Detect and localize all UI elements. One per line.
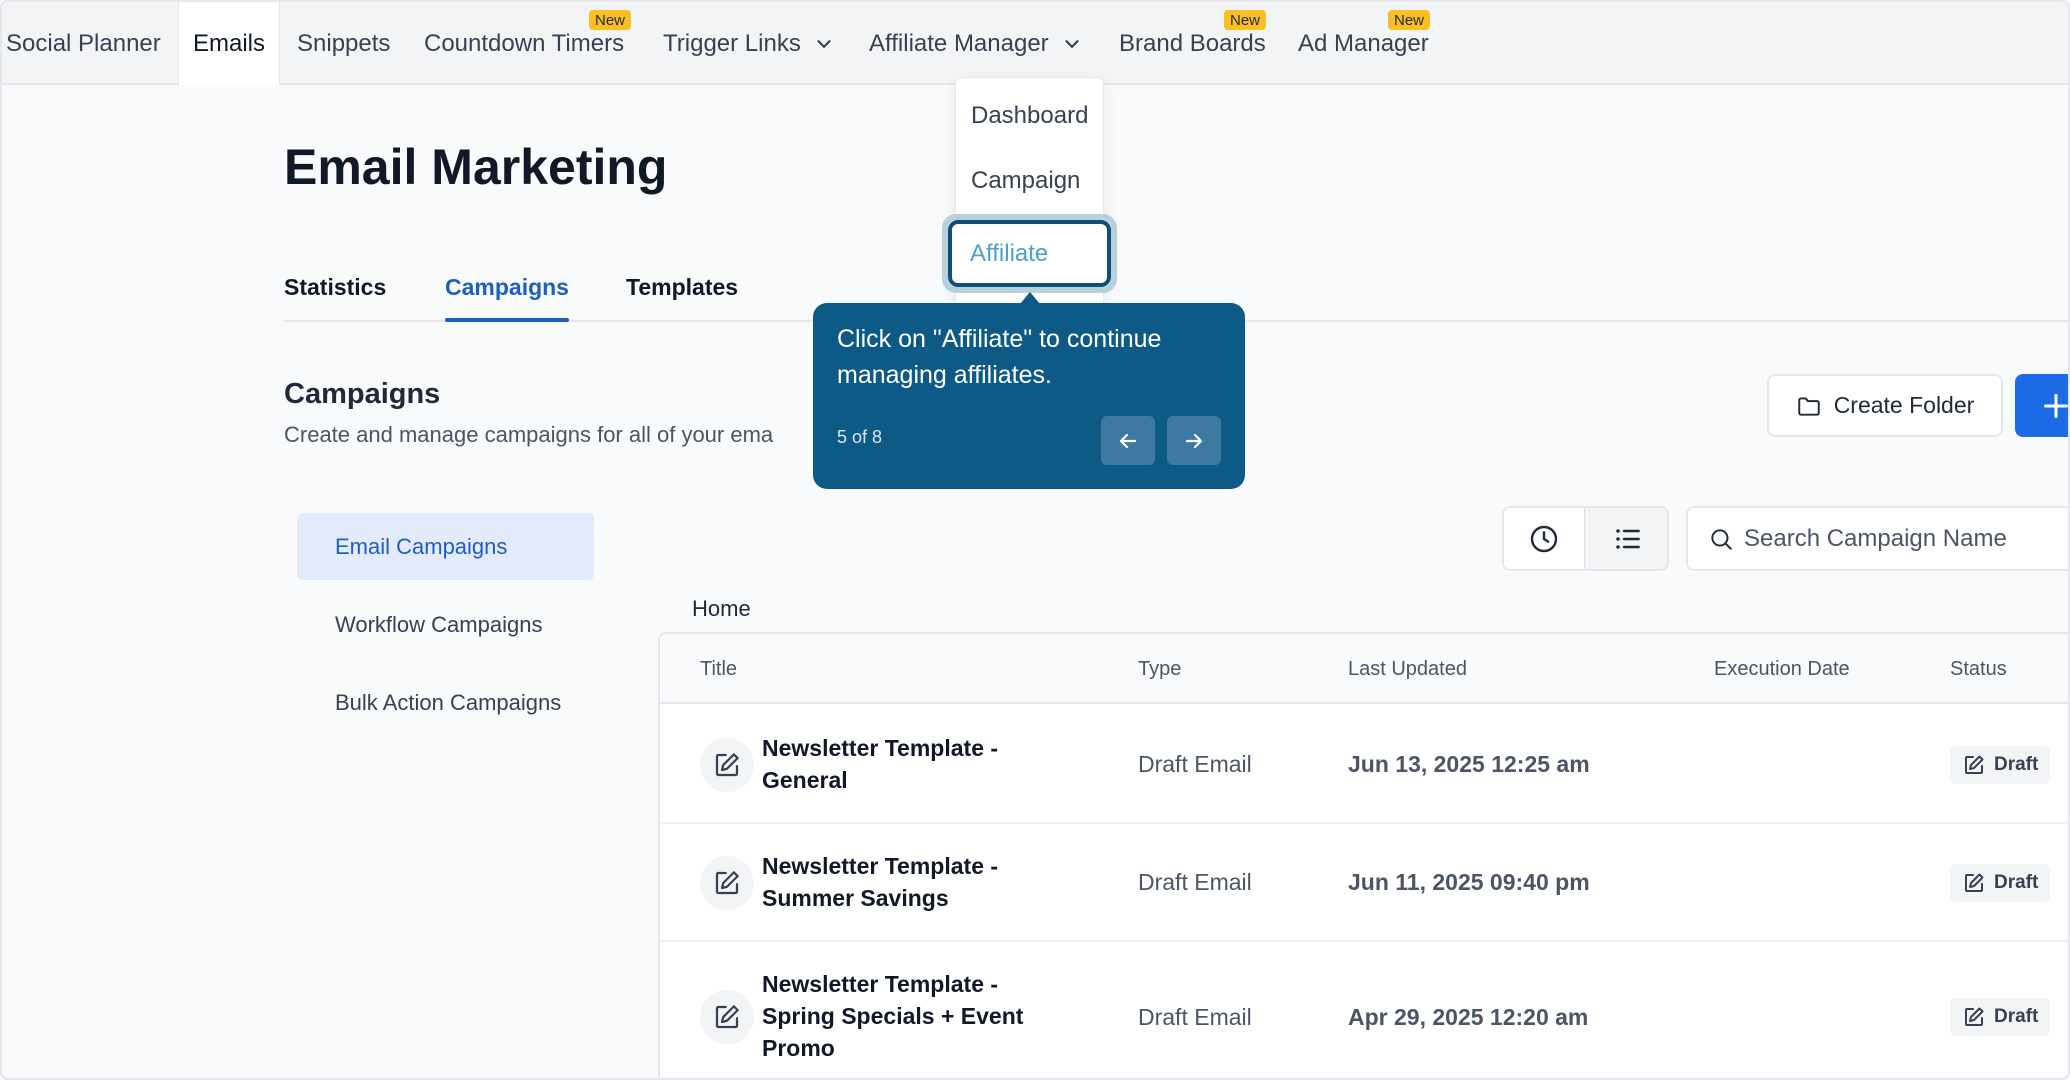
tab-statistics[interactable]: Statistics (284, 274, 386, 301)
arrow-right-icon (1185, 433, 1203, 448)
section-title: Campaigns (284, 378, 441, 410)
new-badge: New (1388, 10, 1431, 30)
edit-icon (715, 1005, 739, 1029)
column-header-last-updated[interactable]: Last Updated (1348, 658, 1467, 681)
chevron-down-icon (1065, 39, 1079, 48)
arrow-left-icon (1119, 433, 1137, 448)
edit-icon (1965, 1007, 1984, 1026)
active-tab-indicator (445, 318, 569, 322)
nav-affiliate-manager[interactable]: Affiliate Manager (869, 2, 1083, 85)
app-window: Social Planner Emails Snippets Countdown… (0, 0, 2070, 1080)
sidebar-item-workflow-campaigns[interactable]: Workflow Campaigns (297, 591, 594, 658)
column-header-title[interactable]: Title (700, 658, 737, 681)
nav-trigger-links[interactable]: Trigger Links (663, 2, 835, 85)
table-row[interactable]: Newsletter Template - Summer Savings Dra… (660, 824, 2068, 942)
edit-icon (715, 871, 739, 895)
column-header-status[interactable]: Status (1950, 658, 2007, 681)
tab-campaigns[interactable]: Campaigns (445, 274, 569, 301)
nav-emails[interactable]: Emails (178, 2, 280, 85)
chevron-down-icon (817, 39, 831, 48)
row-edit-button[interactable] (700, 990, 754, 1044)
row-last-updated: Apr 29, 2025 12:20 am (1348, 1004, 1589, 1030)
top-navigation: Social Planner Emails Snippets Countdown… (2, 2, 2068, 85)
edit-icon (1965, 755, 1984, 774)
row-last-updated: Jun 13, 2025 12:25 am (1348, 751, 1590, 777)
view-toggle (1502, 506, 1669, 571)
status-badge: Draft (1950, 864, 2051, 902)
status-badge: Draft (1950, 746, 2051, 784)
row-edit-button[interactable] (700, 856, 754, 910)
table-row[interactable]: Newsletter Template - Spring Specials + … (660, 942, 2068, 1078)
list-view-button[interactable] (1587, 508, 1667, 569)
tooltip-text: Click on "Affiliate" to continue managin… (837, 325, 1162, 389)
row-type: Draft Email (1138, 1004, 1252, 1030)
tooltip-next-button[interactable] (1167, 416, 1221, 465)
page-title: Email Marketing (284, 139, 668, 195)
section-subtitle: Create and manage campaigns for all of y… (284, 422, 774, 447)
plus-icon (2043, 393, 2068, 419)
dropdown-item-affiliate[interactable]: Affiliate (948, 220, 1111, 287)
tooltip-previous-button[interactable] (1101, 416, 1155, 465)
list-icon (1616, 528, 1640, 549)
folder-icon (1797, 396, 1820, 416)
nav-social-planner[interactable]: Social Planner (6, 2, 161, 85)
add-campaign-button[interactable] (2015, 374, 2068, 437)
campaigns-table: Title Type Last Updated Execution Date S… (658, 632, 2068, 1078)
edit-icon (1965, 873, 1984, 892)
edit-icon (715, 753, 739, 777)
row-type: Draft Email (1138, 751, 1252, 777)
nav-snippets[interactable]: Snippets (297, 2, 390, 85)
new-badge: New (1224, 10, 1267, 30)
table-row[interactable]: Newsletter Template - General Draft Emai… (660, 706, 2068, 824)
row-title[interactable]: Newsletter Template - Spring Specials + … (762, 968, 1062, 1064)
guide-tooltip: Click on "Affiliate" to continue managin… (813, 303, 1245, 489)
sidebar-item-email-campaigns[interactable]: Email Campaigns (297, 513, 594, 580)
row-last-updated: Jun 11, 2025 09:40 pm (1348, 869, 1590, 895)
search-box (1686, 506, 2068, 571)
sidebar-item-bulk-action-campaigns[interactable]: Bulk Action Campaigns (297, 669, 594, 736)
row-type: Draft Email (1138, 869, 1252, 895)
tab-templates[interactable]: Templates (626, 274, 738, 301)
tooltip-step-counter: 5 of 8 (837, 427, 883, 447)
new-badge: New (589, 10, 632, 30)
dropdown-item-campaign[interactable]: Campaign (971, 167, 1080, 195)
search-input[interactable] (1744, 524, 2064, 553)
row-title[interactable]: Newsletter Template - Summer Savings (762, 850, 1062, 914)
row-edit-button[interactable] (700, 738, 754, 792)
search-icon (1711, 528, 1732, 550)
column-header-type[interactable]: Type (1138, 658, 1181, 681)
dropdown-item-dashboard[interactable]: Dashboard (971, 102, 1088, 130)
table-header: Title Type Last Updated Execution Date S… (660, 634, 2068, 704)
column-header-execution-date[interactable]: Execution Date (1714, 658, 1850, 681)
status-badge: Draft (1950, 998, 2051, 1036)
breadcrumb[interactable]: Home (692, 596, 751, 622)
row-title[interactable]: Newsletter Template - General (762, 732, 1062, 796)
clock-view-button[interactable] (1504, 508, 1586, 569)
create-folder-button[interactable]: Create Folder (1767, 374, 2003, 437)
clock-icon (1530, 525, 1558, 552)
